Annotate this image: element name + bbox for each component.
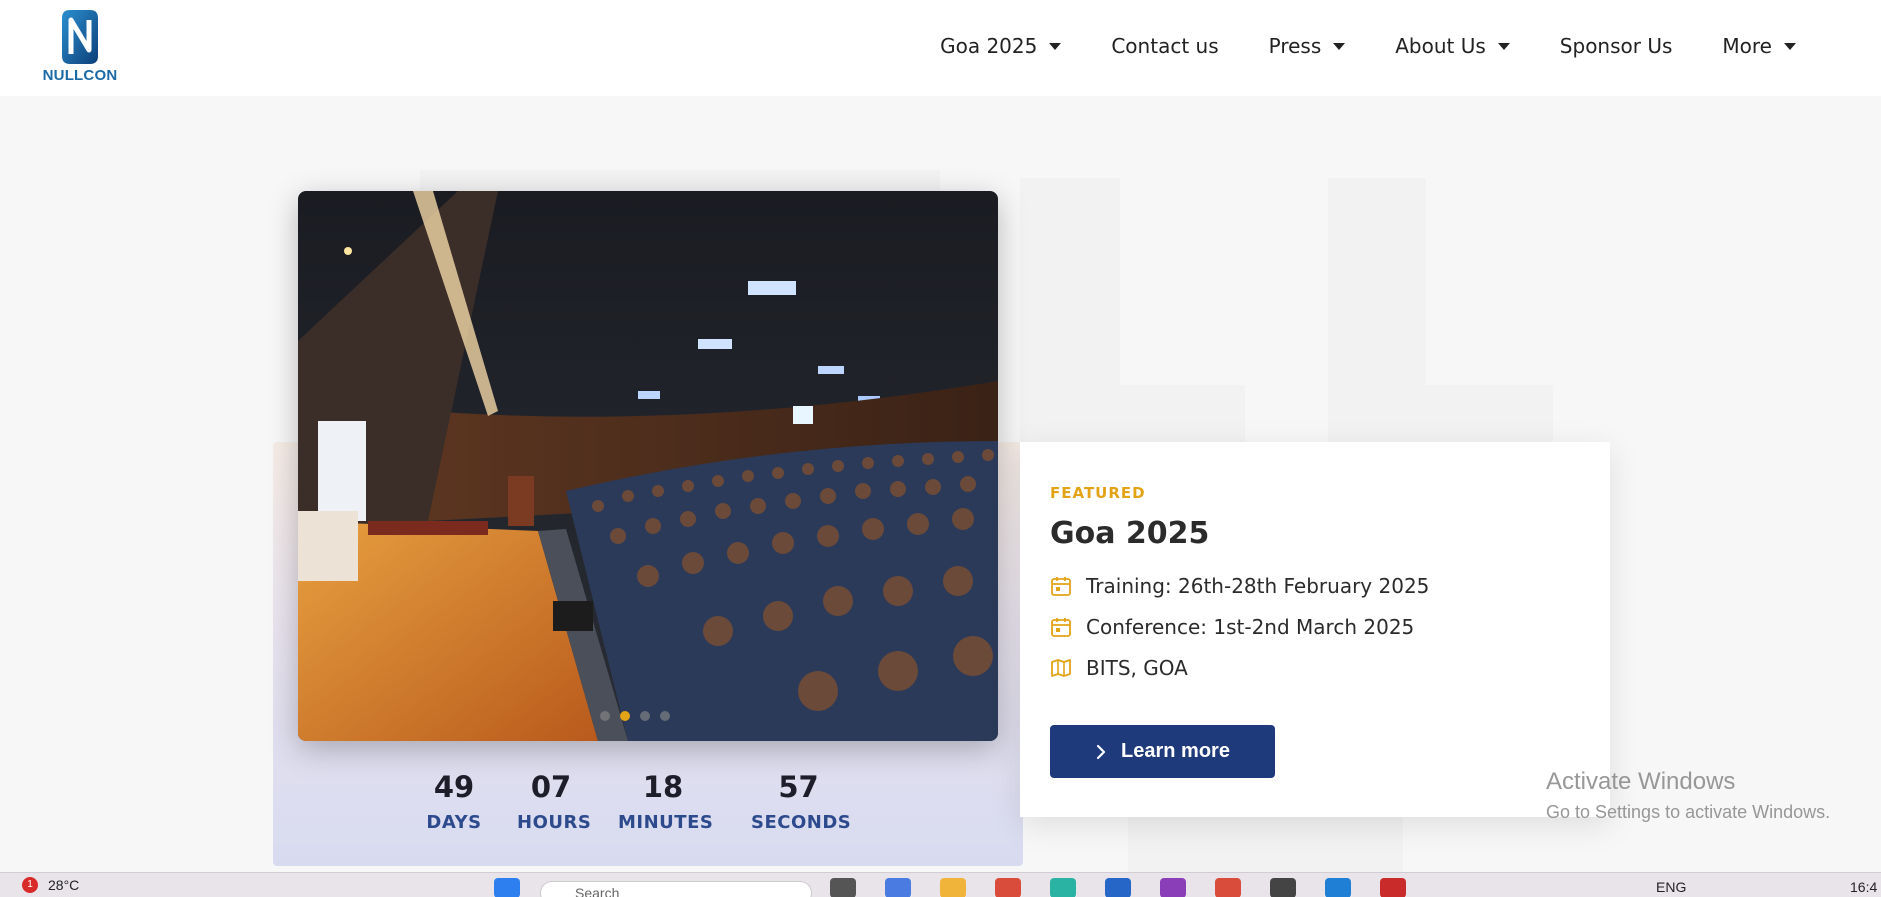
- countdown-minutes-value: 18: [642, 770, 684, 804]
- nullcon-logo-mark: [62, 10, 98, 64]
- windows-start-icon[interactable]: [494, 878, 520, 897]
- nav-item-more[interactable]: More: [1697, 34, 1821, 58]
- caret-down-icon: [1049, 42, 1062, 50]
- countdown-minutes: 18 MINUTES: [618, 770, 714, 833]
- task-view-icon[interactable]: [830, 878, 856, 897]
- weather-widget[interactable]: 1 28°C: [22, 877, 79, 893]
- notification-badge: 1: [22, 877, 38, 893]
- learn-more-button[interactable]: Learn more: [1050, 725, 1275, 778]
- app-icon[interactable]: [1270, 878, 1296, 897]
- chevron-right-icon: [1096, 744, 1106, 759]
- caret-down-icon: [1497, 42, 1510, 50]
- nav-item-about-us[interactable]: About Us: [1370, 34, 1535, 58]
- countdown-minutes-label: MINUTES: [618, 812, 714, 833]
- nav-item-label: More: [1722, 34, 1772, 58]
- watermark-title: Activate Windows: [1546, 768, 1736, 795]
- nav-item-label: Goa 2025: [940, 34, 1038, 58]
- hero-carousel-image[interactable]: [298, 191, 998, 741]
- nav-item-label: Contact us: [1111, 34, 1219, 58]
- training-dates: Training: 26th-28th February 2025: [1050, 574, 1429, 598]
- carousel-dot[interactable]: [660, 711, 670, 721]
- clock-text[interactable]: 16:4: [1850, 879, 1877, 895]
- countdown-timer: 49 DAYS 07 HOURS 18 MINUTES 57 SECONDS: [420, 770, 852, 833]
- watermark-subtitle: Go to Settings to activate Windows.: [1546, 802, 1831, 822]
- app-icon[interactable]: [1215, 878, 1241, 897]
- conference-auditorium-photo: [298, 191, 998, 741]
- featured-title: Goa 2025: [1050, 516, 1210, 551]
- store-icon[interactable]: [1105, 878, 1131, 897]
- calendar-icon: [1051, 618, 1071, 637]
- vscode-icon[interactable]: [1325, 878, 1351, 897]
- nav-item-label: Press: [1268, 34, 1322, 58]
- taskbar-search-input[interactable]: Search: [540, 881, 812, 897]
- carousel-indicators: [600, 711, 670, 721]
- learn-more-label: Learn more: [1121, 740, 1230, 762]
- countdown-days: 49 DAYS: [420, 770, 488, 833]
- windows-taskbar: 1 28°C Search ENG 16:4: [0, 872, 1881, 897]
- nav-item-sponsor-us[interactable]: Sponsor Us: [1535, 34, 1698, 58]
- featured-eyebrow: FEATURED: [1050, 484, 1146, 502]
- carousel-dot[interactable]: [640, 711, 650, 721]
- activate-windows-watermark: Activate Windows Go to Settings to activ…: [1546, 768, 1830, 823]
- app-icon[interactable]: [1160, 878, 1186, 897]
- carousel-dot-active[interactable]: [620, 711, 630, 721]
- carousel-dot[interactable]: [600, 711, 610, 721]
- countdown-hours-value: 07: [530, 770, 572, 804]
- temperature-text: 28°C: [48, 877, 80, 893]
- nav-item-press[interactable]: Press: [1244, 34, 1371, 58]
- logo-text: NULLCON: [42, 67, 118, 84]
- nav-item-label: Sponsor Us: [1559, 34, 1673, 58]
- venue: BITS, GOA: [1050, 656, 1188, 680]
- caret-down-icon: [1333, 42, 1346, 50]
- map-icon: [1051, 659, 1071, 677]
- nullcon-logo[interactable]: NULLCON: [40, 10, 120, 86]
- countdown-days-label: DAYS: [426, 812, 482, 833]
- countdown-seconds-label: SECONDS: [751, 812, 852, 833]
- widgets-icon[interactable]: [885, 878, 911, 897]
- site-header: NULLCON Goa 2025 Contact us Press About …: [0, 0, 1881, 96]
- conference-text: Conference: 1st-2nd March 2025: [1086, 615, 1415, 639]
- calendar-icon: [1051, 577, 1071, 596]
- countdown-hours-label: HOURS: [517, 812, 592, 833]
- app-icon[interactable]: [1380, 878, 1406, 897]
- countdown-seconds-value: 57: [778, 770, 819, 804]
- conference-dates: Conference: 1st-2nd March 2025: [1050, 615, 1414, 639]
- file-explorer-icon[interactable]: [940, 878, 966, 897]
- countdown-seconds: 57 SECONDS: [751, 770, 852, 833]
- bg-letter-shape: [1128, 816, 1403, 872]
- countdown-days-value: 49: [433, 770, 475, 804]
- edge-icon[interactable]: [1050, 878, 1076, 897]
- countdown-hours: 07 HOURS: [517, 770, 592, 833]
- caret-down-icon: [1784, 42, 1796, 50]
- nav-item-contact-us[interactable]: Contact us: [1086, 34, 1243, 58]
- nav-item-label: About Us: [1395, 34, 1486, 58]
- featured-event-card: FEATURED Goa 2025 Training: 26th-28th Fe…: [1020, 442, 1610, 817]
- venue-text: BITS, GOA: [1086, 656, 1188, 680]
- training-text: Training: 26th-28th February 2025: [1086, 574, 1430, 598]
- language-indicator[interactable]: ENG: [1656, 879, 1686, 895]
- main-nav: Goa 2025 Contact us Press About Us Spons…: [915, 0, 1821, 92]
- nav-item-goa-2025[interactable]: Goa 2025: [915, 34, 1086, 58]
- browser-icon[interactable]: [995, 878, 1021, 897]
